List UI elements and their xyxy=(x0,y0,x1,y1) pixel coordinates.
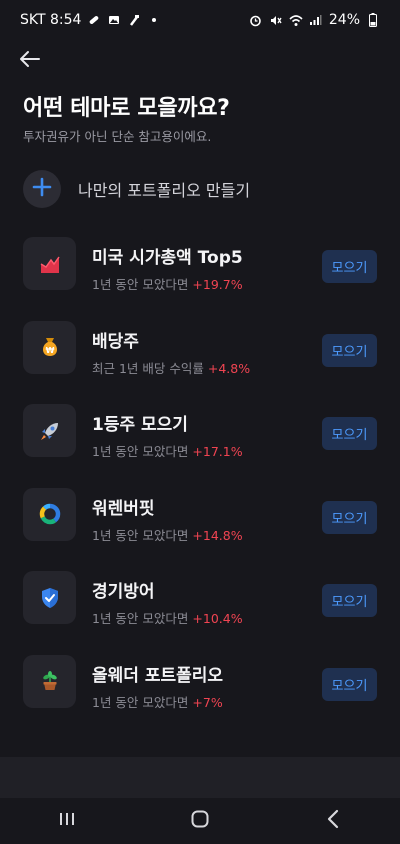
plus-icon xyxy=(32,177,52,201)
battery-icon xyxy=(366,13,380,27)
collect-button[interactable]: 모으기 xyxy=(322,584,377,618)
theme-name: 올웨더 포트폴리오 xyxy=(92,665,224,686)
chevron-left-icon xyxy=(326,809,340,833)
pill-icon xyxy=(87,13,101,27)
mute-icon xyxy=(269,13,283,27)
theme-desc-text: 1년 동안 모았다면 xyxy=(92,611,189,627)
theme-rate: +19.7% xyxy=(192,277,243,292)
recent-apps-icon xyxy=(58,811,76,831)
trending-chart-icon xyxy=(23,237,76,290)
battery-percent: 24% xyxy=(328,12,360,28)
theme-desc: 1년 동안 모았다면 +10.4% xyxy=(92,608,243,627)
shield-check-icon xyxy=(23,571,76,625)
create-portfolio-button[interactable]: 나만의 포트폴리오 만들기 xyxy=(23,170,250,208)
theme-item-top-stock[interactable]: 1등주 모으기 1년 동안 모았다면 +17.1% 모으기 xyxy=(23,404,377,488)
create-portfolio-label: 나만의 포트폴리오 만들기 xyxy=(78,181,251,200)
theme-desc: 1년 동안 모았다면 +14.8% xyxy=(92,525,243,544)
money-bag-icon: ₩ xyxy=(23,320,76,374)
theme-text: 미국 시가총액 Top5 1년 동안 모았다면 +19.7% xyxy=(92,243,243,293)
collect-button[interactable]: 모으기 xyxy=(322,500,377,534)
status-left: SKT 8:54 xyxy=(20,12,161,28)
theme-desc: 1년 동안 모았다면 +19.7% xyxy=(92,274,243,293)
collect-button[interactable]: 모으기 xyxy=(322,250,377,283)
page-subtitle: 투자권유가 아닌 단순 참고용이에요. xyxy=(23,129,212,144)
bottom-panel xyxy=(0,757,400,798)
recent-apps-button[interactable] xyxy=(47,801,87,841)
arrow-left-icon xyxy=(18,50,40,72)
theme-desc-text: 1년 동안 모았다면 xyxy=(92,277,189,292)
status-bar: SKT 8:54 24% xyxy=(0,0,400,40)
theme-desc-text: 1년 동안 모았다면 xyxy=(92,444,189,460)
theme-rate: +4.8% xyxy=(207,360,251,376)
theme-name: 1등주 모으기 xyxy=(92,415,188,436)
back-button[interactable] xyxy=(14,46,44,76)
svg-text:₩: ₩ xyxy=(45,346,54,355)
collect-button[interactable]: 모으기 xyxy=(322,667,377,701)
page-title: 어떤 테마로 모을까요? xyxy=(23,96,230,121)
theme-desc-text: 1년 동안 모았다면 xyxy=(92,694,189,710)
theme-list: 미국 시가총액 Top5 1년 동안 모았다면 +19.7% 모으기 ₩ 배당주 … xyxy=(23,237,377,739)
theme-name: 배당주 xyxy=(92,331,139,352)
theme-text: 배당주 최근 1년 배당 수익률 +4.8% xyxy=(92,327,250,377)
theme-desc: 1년 동안 모았다면 +17.1% xyxy=(92,441,243,460)
system-back-button[interactable] xyxy=(313,801,353,841)
status-right: 24% xyxy=(249,12,380,28)
theme-text: 경기방어 1년 동안 모았다면 +10.4% xyxy=(92,577,243,627)
theme-text: 워렌버핏 1년 동안 모았다면 +14.8% xyxy=(92,494,243,544)
theme-rate: +7% xyxy=(192,694,223,710)
rocket-icon xyxy=(23,404,76,458)
image-icon xyxy=(107,13,121,27)
collect-button[interactable]: 모으기 xyxy=(322,333,377,367)
home-button[interactable] xyxy=(180,801,220,841)
theme-item-defensive[interactable]: 경기방어 1년 동안 모았다면 +10.4% 모으기 xyxy=(23,571,377,655)
theme-desc-text: 1년 동안 모았다면 xyxy=(92,527,189,543)
theme-rate: +10.4% xyxy=(192,611,243,627)
carrier-time: SKT 8:54 xyxy=(20,12,82,28)
tool-icon xyxy=(127,13,141,27)
collect-button[interactable]: 모으기 xyxy=(322,417,377,451)
donut-chart-icon xyxy=(23,487,76,541)
theme-name: 미국 시가총액 Top5 xyxy=(92,248,243,268)
dot-icon xyxy=(147,13,161,27)
potted-plant-icon xyxy=(23,654,76,708)
theme-desc: 최근 1년 배당 수익률 +4.8% xyxy=(92,358,250,377)
create-circle xyxy=(23,170,61,208)
theme-item-buffett[interactable]: 워렌버핏 1년 동안 모았다면 +14.8% 모으기 xyxy=(23,487,377,572)
theme-rate: +17.1% xyxy=(192,444,243,460)
alarm-icon xyxy=(249,13,263,27)
theme-item-all-weather[interactable]: 올웨더 포트폴리오 1년 동안 모았다면 +7% 모으기 xyxy=(23,654,377,739)
theme-desc-text: 최근 1년 배당 수익률 xyxy=(92,360,204,376)
theme-name: 워렌버핏 xyxy=(92,498,155,519)
home-icon xyxy=(190,809,210,833)
theme-item-us-top5[interactable]: 미국 시가총액 Top5 1년 동안 모았다면 +19.7% 모으기 xyxy=(23,237,377,321)
theme-name: 경기방어 xyxy=(92,582,155,603)
system-nav-bar xyxy=(0,798,400,844)
theme-text: 올웨더 포트폴리오 1년 동안 모았다면 +7% xyxy=(92,661,223,711)
theme-desc: 1년 동안 모았다면 +7% xyxy=(92,692,223,711)
wifi-icon xyxy=(289,13,303,27)
theme-text: 1등주 모으기 1년 동안 모았다면 +17.1% xyxy=(92,410,243,460)
theme-rate: +14.8% xyxy=(192,527,243,543)
theme-item-dividend[interactable]: ₩ 배당주 최근 1년 배당 수익률 +4.8% 모으기 xyxy=(23,320,377,405)
signal-icon xyxy=(309,13,323,27)
